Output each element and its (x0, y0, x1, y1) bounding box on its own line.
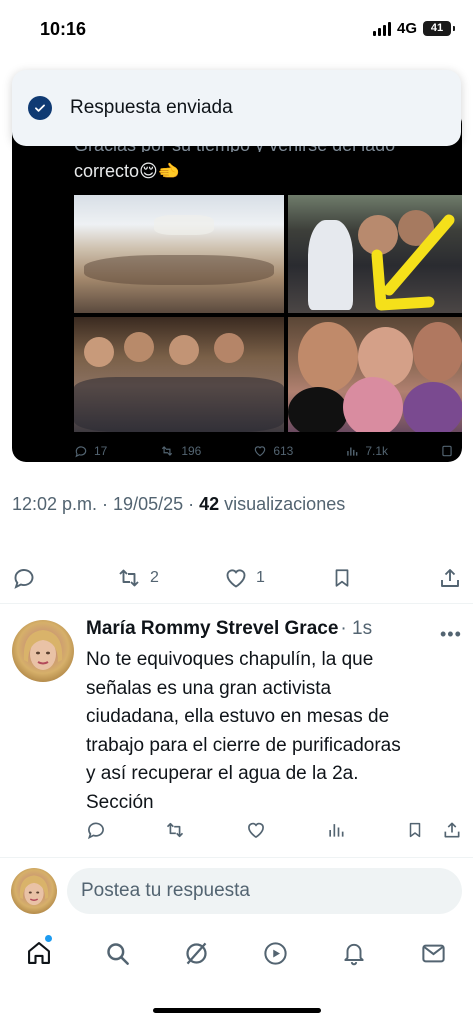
nav-notifications[interactable] (339, 938, 369, 968)
heart-icon (255, 446, 266, 457)
views-count[interactable]: 42 (199, 494, 219, 514)
views-icon (329, 824, 344, 837)
grok-icon (185, 942, 207, 964)
photo-crowd-room[interactable] (74, 195, 284, 313)
compose-avatar[interactable] (11, 868, 57, 914)
reply-action-bar (86, 820, 464, 844)
bookmark-icon (335, 569, 349, 587)
repost-icon (119, 569, 139, 587)
reply-timestamp: · 1s (340, 618, 373, 639)
views-label[interactable]: visualizaciones (219, 494, 345, 514)
post-timestamp: 12:02 p.m. · 19/05/25 · (12, 494, 200, 514)
nav-messages[interactable] (418, 938, 448, 968)
signal-icon (372, 21, 391, 36)
search-icon (106, 942, 129, 965)
reply-bookmark-button[interactable] (406, 820, 424, 845)
reply-share-button[interactable] (442, 820, 462, 845)
home-icon (28, 942, 50, 964)
like-button[interactable]: 1 (224, 566, 265, 590)
nav-search[interactable] (102, 938, 132, 968)
photo-women-closeup[interactable] (288, 317, 462, 432)
divider (0, 857, 473, 858)
battery-icon: 41 (423, 21, 455, 36)
embedded-view-count: 7.1k (345, 444, 388, 458)
reply-icon (14, 569, 34, 589)
nav-grok[interactable] (181, 938, 211, 968)
messages-icon (421, 944, 445, 962)
embedded-reply-count: 17 (74, 444, 107, 458)
share-button[interactable] (438, 566, 462, 590)
yellow-arrow-annotation (371, 214, 455, 311)
home-notification-dot (45, 935, 52, 942)
embedded-bookmark (440, 444, 454, 458)
reply-icon (87, 822, 104, 840)
nav-home[interactable] (24, 938, 54, 968)
bookmark-button[interactable] (331, 566, 353, 590)
post-meta: 12:02 p.m. · 19/05/25 · 42 visualizacion… (12, 494, 345, 515)
divider (0, 603, 473, 604)
reply-header: María Rommy Strevel Grace · 1s (86, 618, 372, 640)
reply-icon (75, 446, 87, 458)
repost-button[interactable]: 2 (116, 566, 159, 590)
more-options-icon[interactable]: ••• (440, 624, 462, 645)
home-indicator[interactable] (153, 1008, 321, 1013)
status-indicators: 4G 41 (372, 20, 455, 37)
status-time: 10:16 (40, 19, 87, 39)
reply-author-name[interactable]: María Rommy Strevel Grace (86, 618, 338, 640)
embedded-like-count: 613 (253, 444, 293, 458)
reply-avatar[interactable] (12, 620, 74, 682)
heart-icon (248, 822, 264, 839)
repost-icon (162, 446, 173, 456)
reply-text: No te equivoques chapulín, la que señala… (86, 649, 401, 813)
reply-button[interactable] (12, 566, 36, 590)
views-icon (347, 447, 358, 456)
embedded-post-card[interactable]: Gracias por su tiempo y venirse del lado… (12, 110, 462, 462)
toast-message: Respuesta enviada (70, 97, 233, 118)
repost-count: 2 (150, 569, 159, 586)
reply-reply-button[interactable] (86, 820, 106, 845)
video-icon (263, 941, 287, 965)
notifications-icon (344, 943, 364, 965)
share-icon (442, 445, 452, 457)
heart-icon (226, 569, 246, 588)
reply-repost-button[interactable] (164, 820, 186, 845)
status-bar: 10:16 4G 41 (0, 0, 473, 58)
post-action-bar: 2 1 (0, 560, 473, 596)
bottom-nav (0, 928, 473, 978)
network-type: 4G (396, 20, 417, 37)
embedded-caption: correcto😌🫲 (74, 161, 181, 181)
reply-compose-input[interactable] (67, 868, 462, 914)
share-icon (441, 569, 459, 587)
reply-like-button[interactable] (246, 820, 266, 845)
reply-sent-toast[interactable]: Respuesta enviada (12, 70, 461, 146)
bookmark-icon (409, 822, 421, 838)
embedded-repost-count: 196 (159, 444, 201, 458)
nav-video[interactable] (260, 938, 290, 968)
share-icon (444, 822, 460, 838)
like-count: 1 (256, 569, 265, 586)
check-circle-icon (28, 96, 52, 120)
repost-icon (166, 822, 184, 838)
reply-views-button[interactable] (326, 820, 346, 845)
photo-group-women[interactable] (74, 317, 284, 432)
embedded-post-metrics: 17 196 613 7.1k (74, 444, 454, 458)
